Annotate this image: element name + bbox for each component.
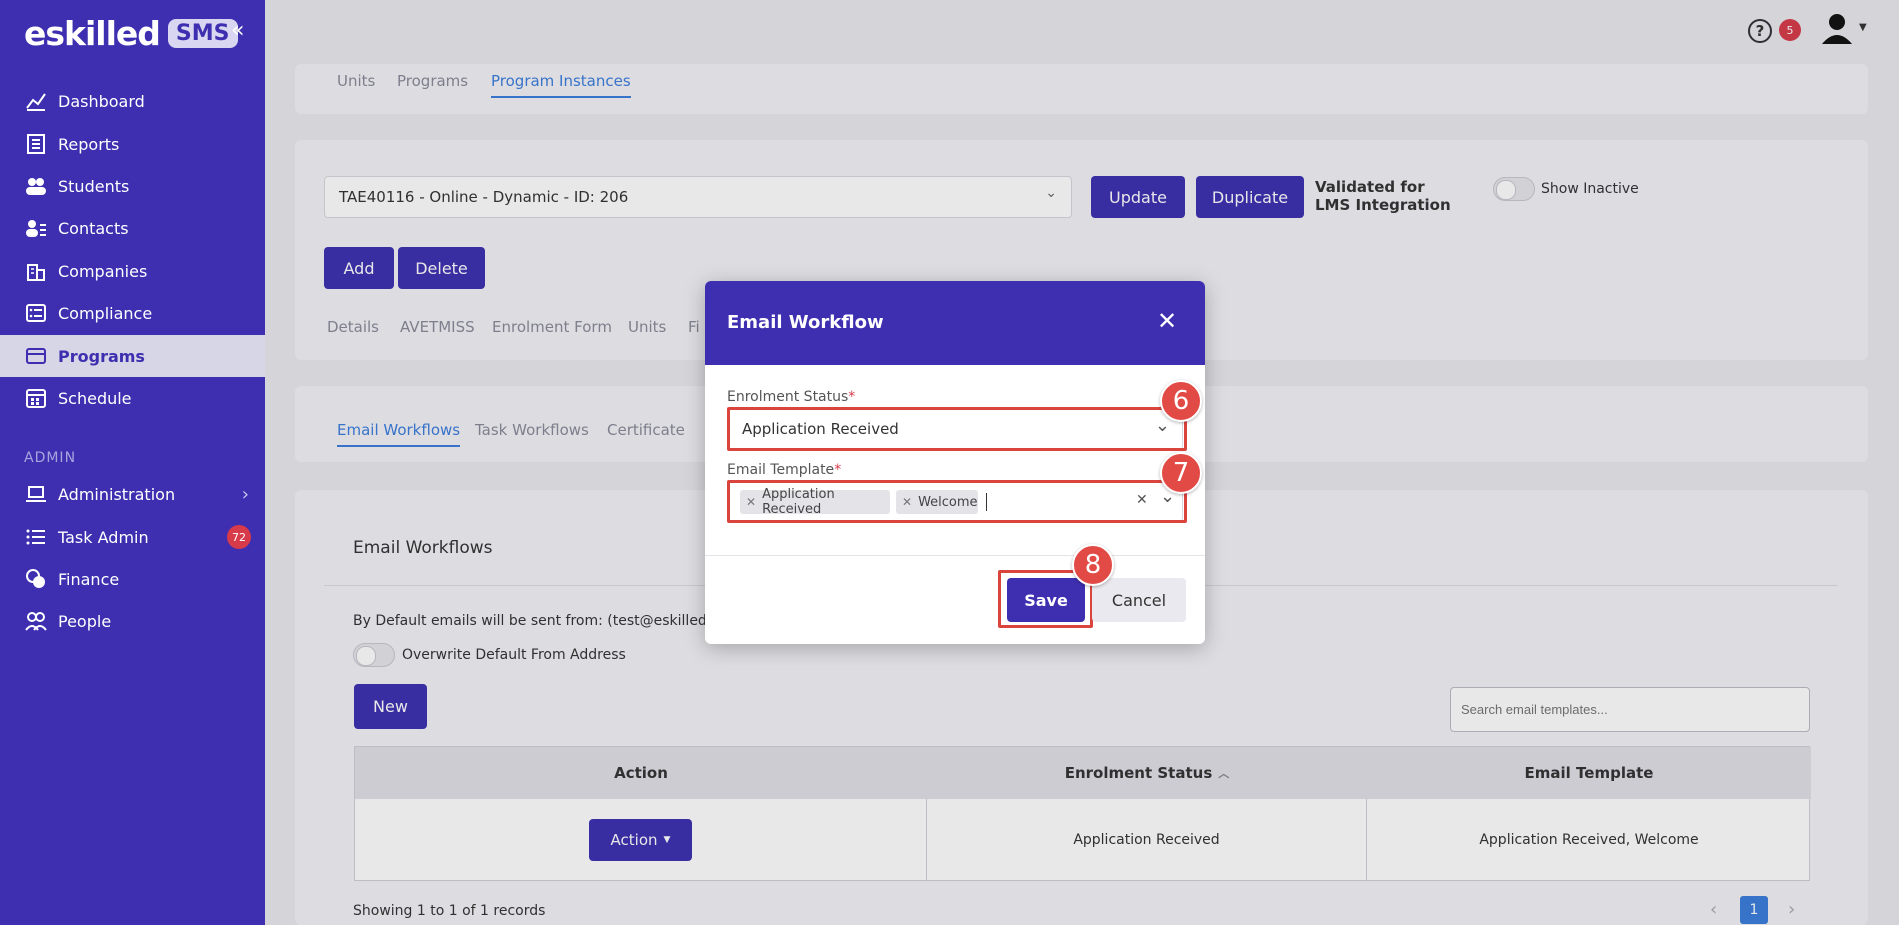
sidebar-item-programs[interactable]: Programs xyxy=(0,335,265,377)
sidebar-item-finance[interactable]: Finance xyxy=(0,558,265,600)
sidebar-item-label: Task Admin xyxy=(58,527,149,547)
laptop-icon xyxy=(24,482,48,506)
highlight-box-template xyxy=(727,480,1187,523)
required-marker: * xyxy=(834,462,842,478)
sidebar-item-label: Dashboard xyxy=(58,91,145,111)
sidebar-item-task-admin[interactable]: Task Admin 72 xyxy=(0,516,265,558)
highlight-box-status xyxy=(727,407,1187,451)
sidebar-item-label: Students xyxy=(58,176,130,196)
step-marker-8: 8 xyxy=(1072,544,1114,586)
task-count-badge: 72 xyxy=(227,525,251,549)
sidebar-item-label: Companies xyxy=(58,261,148,281)
label-text: Enrolment Status xyxy=(727,389,849,405)
admin-section-label: ADMIN xyxy=(24,450,77,466)
sidebar-item-label: Programs xyxy=(58,346,145,366)
sidebar-item-companies[interactable]: Companies xyxy=(0,250,265,292)
coins-icon xyxy=(24,567,48,591)
sidebar-item-administration[interactable]: Administration › xyxy=(0,473,265,515)
sidebar-item-label: Administration xyxy=(58,484,176,504)
modal-title: Email Workflow xyxy=(727,312,884,333)
sidebar-item-people[interactable]: People xyxy=(0,600,265,642)
step-marker-6: 6 xyxy=(1160,380,1202,422)
logo-text: eskilled xyxy=(24,13,161,53)
report-icon xyxy=(24,132,48,156)
sidebar-item-dashboard[interactable]: Dashboard xyxy=(0,80,265,122)
sidebar-item-label: Compliance xyxy=(58,303,153,323)
chevron-right-icon: › xyxy=(241,483,249,505)
sidebar-item-contacts[interactable]: Contacts xyxy=(0,207,265,249)
sidebar: eskilled SMS « Dashboard Reports Student… xyxy=(0,0,265,925)
contacts-icon xyxy=(24,216,48,240)
building-icon xyxy=(24,259,48,283)
modal-footer-divider xyxy=(705,555,1205,556)
step-marker-7: 7 xyxy=(1160,452,1202,494)
students-icon xyxy=(24,174,48,198)
email-template-label: Email Template* xyxy=(727,462,841,478)
sidebar-item-schedule[interactable]: Schedule xyxy=(0,377,265,419)
logo[interactable]: eskilled SMS xyxy=(24,12,238,54)
label-text: Email Template xyxy=(727,462,835,478)
cancel-button[interactable]: Cancel xyxy=(1092,578,1186,622)
sidebar-item-label: Finance xyxy=(58,569,120,589)
calendar-icon xyxy=(24,386,48,410)
sidebar-item-label: Reports xyxy=(58,134,120,154)
sidebar-item-label: Schedule xyxy=(58,388,132,408)
sidebar-item-compliance[interactable]: Compliance xyxy=(0,292,265,334)
required-marker: * xyxy=(848,389,856,405)
collapse-sidebar-icon[interactable]: « xyxy=(231,18,244,43)
sidebar-item-label: People xyxy=(58,611,112,631)
sidebar-item-reports[interactable]: Reports xyxy=(0,123,265,165)
sidebar-item-students[interactable]: Students xyxy=(0,165,265,207)
enrolment-status-label: Enrolment Status* xyxy=(727,389,855,405)
modal-header: Email Workflow ✕ xyxy=(705,281,1205,365)
chart-line-icon xyxy=(24,89,48,113)
list-icon xyxy=(24,525,48,549)
sidebar-item-label: Contacts xyxy=(58,218,129,238)
programs-icon xyxy=(24,344,48,368)
people-icon xyxy=(24,609,48,633)
checklist-icon xyxy=(24,301,48,325)
close-icon[interactable]: ✕ xyxy=(1157,307,1177,335)
email-workflow-modal: Email Workflow ✕ Enrolment Status* Appli… xyxy=(705,281,1205,644)
logo-badge: SMS xyxy=(167,18,238,48)
